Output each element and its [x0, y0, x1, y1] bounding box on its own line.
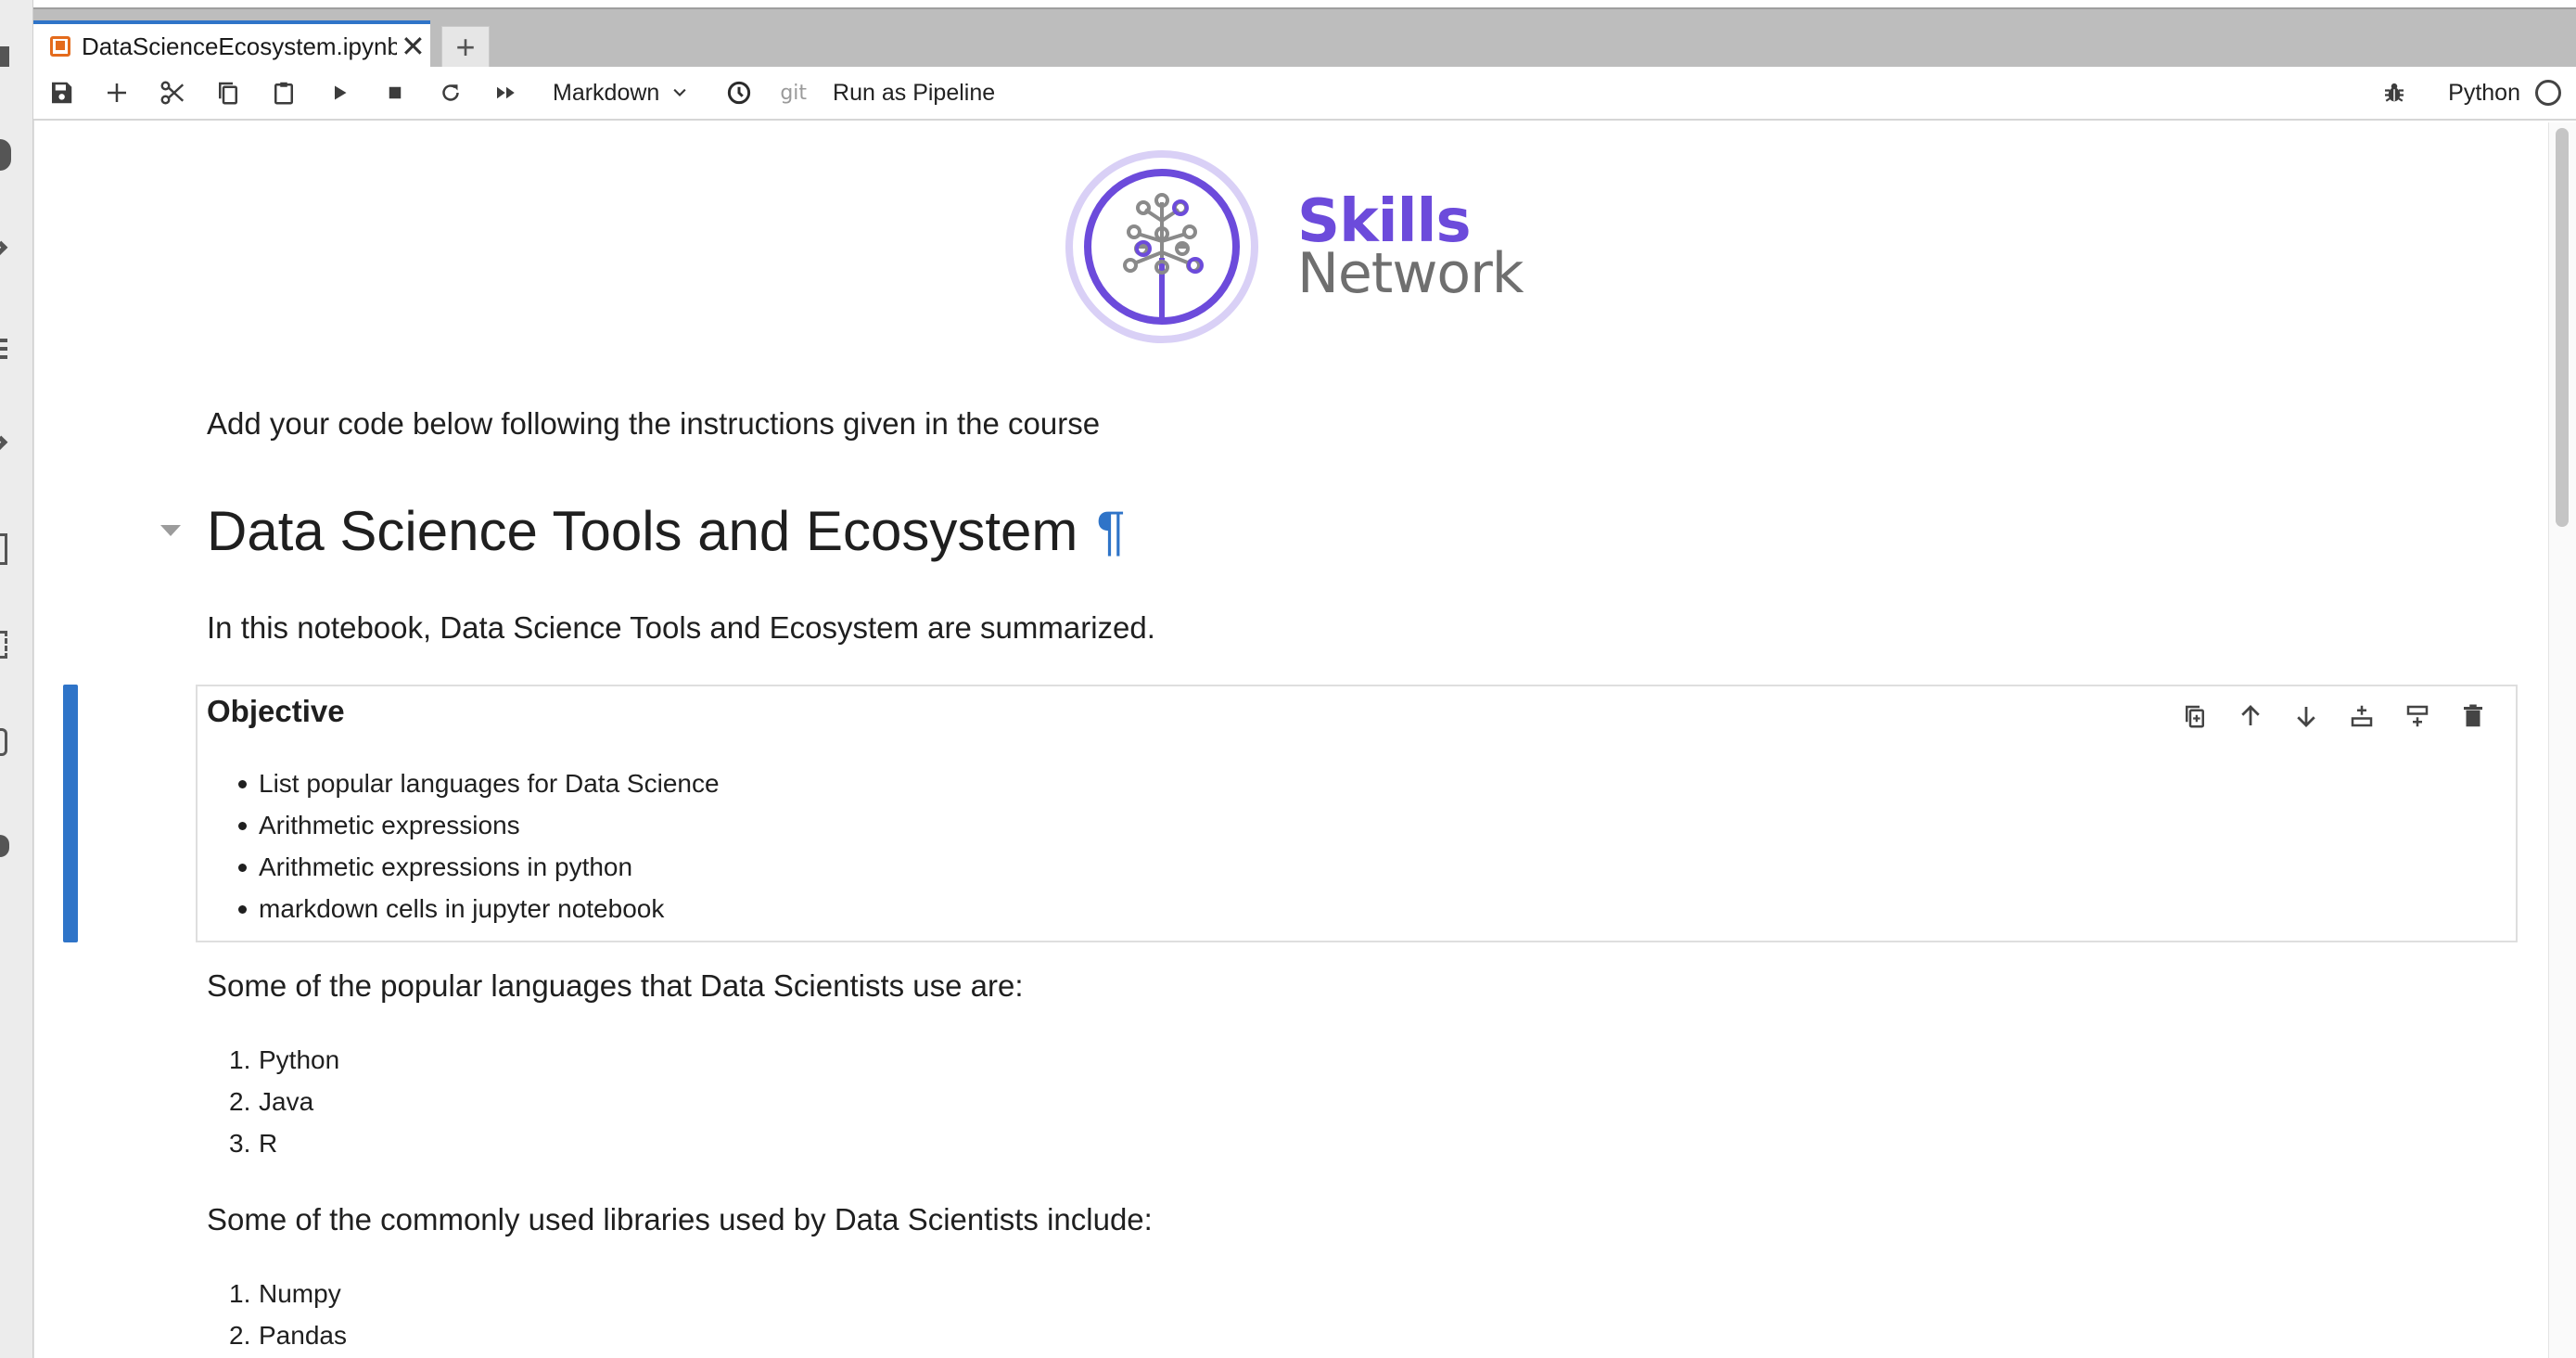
kernel-idle-status-icon [2535, 80, 2561, 106]
left-activity-bar [0, 0, 33, 1358]
list-item: 1. Python [229, 1045, 340, 1074]
list-item: 1. Numpy [229, 1279, 341, 1308]
stop-icon [389, 86, 402, 99]
skills-network-logo: Skills Network [1064, 148, 1564, 352]
list-item: List popular languages for Data Science [207, 762, 720, 804]
objective-markdown-cell[interactable]: Objective List popular languages for Dat… [196, 685, 2518, 942]
objective-list: List popular languages for Data Science … [207, 762, 720, 929]
git-icon[interactable]: git [780, 82, 807, 105]
active-cell-indicator[interactable] [63, 685, 78, 942]
list-item: Arithmetic expressions [207, 804, 720, 846]
list-item: markdown cells in jupyter notebook [207, 888, 720, 929]
folder-icon[interactable] [0, 46, 9, 67]
list-item-text: Numpy [259, 1279, 341, 1308]
vertical-scrollbar[interactable] [2548, 122, 2576, 1358]
duplicate-cell-icon [2186, 705, 2204, 728]
logo-wordmark-network: Network [1297, 241, 1524, 306]
collapse-heading-icon[interactable] [160, 525, 181, 536]
list-item-text: Pandas [259, 1321, 347, 1350]
new-tab-button[interactable]: + [441, 26, 490, 69]
fast-forward-icon [497, 86, 515, 99]
scrollbar-thumb[interactable] [2556, 128, 2569, 527]
languages-list: 1. Python 2. Java 3. R [207, 1039, 339, 1164]
chevron-right-icon[interactable] [0, 435, 8, 457]
list-item-text: R [259, 1129, 278, 1158]
run-button[interactable] [312, 66, 367, 120]
extension-icon[interactable] [0, 835, 9, 857]
interrupt-button[interactable] [367, 66, 423, 120]
languages-intro-text: Some of the popular languages that Data … [207, 968, 1024, 1003]
move-up-icon [2241, 705, 2260, 725]
jupyterlab-window: DataScienceEcosystem.ipynb ✕ + Markdown … [0, 0, 2576, 1358]
plus-icon [108, 83, 126, 102]
restart-button[interactable] [423, 66, 478, 120]
insert-cell-button[interactable] [89, 66, 145, 120]
notebook-panel[interactable]: Skills Network Add your code below follo… [33, 121, 2548, 1358]
debugger-button[interactable] [2366, 66, 2422, 120]
refresh-icon [442, 84, 459, 101]
notebook-tab[interactable]: DataScienceEcosystem.ipynb ✕ [33, 20, 430, 69]
objective-title: Objective [207, 694, 345, 728]
chevron-down-icon [673, 88, 686, 96]
play-icon [335, 85, 347, 100]
copy-button[interactable] [200, 66, 256, 120]
paste-button[interactable] [256, 66, 312, 120]
summary-text: In this notebook, Data Science Tools and… [207, 610, 1155, 645]
bug-icon [2385, 83, 2404, 102]
debugger-icon[interactable] [0, 631, 7, 659]
heading-text: Data Science Tools and Ecosystem [207, 500, 1078, 562]
settings-icon[interactable] [0, 533, 7, 565]
document-tab-bar: DataScienceEcosystem.ipynb ✕ + [33, 7, 2576, 69]
delete-cell-button[interactable] [2445, 696, 2501, 737]
list-item: 2. Java [229, 1087, 314, 1116]
run-as-pipeline-button[interactable]: Run as Pipeline [833, 80, 995, 107]
clipboard-icon [274, 82, 293, 105]
move-down-button[interactable] [2278, 696, 2334, 737]
tab-label: DataScienceEcosystem.ipynb [82, 32, 397, 60]
list-item: 3. R [229, 1129, 278, 1158]
insert-below-button[interactable] [2390, 696, 2445, 737]
list-item-text: Java [259, 1087, 314, 1116]
close-icon[interactable]: ✕ [401, 32, 426, 61]
cell-type-value: Markdown [553, 79, 660, 106]
delete-cell-icon [2464, 704, 2482, 727]
move-up-button[interactable] [2223, 696, 2278, 737]
save-icon [52, 82, 72, 104]
running-icon[interactable] [0, 139, 11, 171]
list-item-text: Python [259, 1045, 340, 1074]
cell-type-dropdown[interactable]: Markdown [553, 80, 689, 107]
move-down-icon [2297, 707, 2315, 727]
heading-anchor-link[interactable]: ¶ [1096, 500, 1125, 562]
insert-below-icon [2406, 705, 2429, 727]
property-inspector-icon[interactable] [0, 728, 7, 756]
cell-toolbar [2167, 696, 2501, 737]
libraries-intro-text: Some of the commonly used libraries used… [207, 1202, 1153, 1236]
notebook-heading: Data Science Tools and Ecosystem ¶ [207, 499, 1126, 563]
kernel-name[interactable]: Python [2448, 80, 2520, 107]
skills-network-logo-mark [1065, 150, 1258, 343]
list-item: 2. Pandas [229, 1321, 347, 1350]
clock-icon [728, 81, 751, 105]
run-all-button[interactable] [478, 66, 534, 120]
notebook-toolbar: Markdown git Run as Pipeline Python [33, 67, 2576, 121]
list-item: Arithmetic expressions in python [207, 846, 720, 888]
toolbar-right-group: Python [2366, 66, 2576, 120]
insert-above-button[interactable] [2334, 696, 2390, 737]
kernel-clock-button[interactable] [711, 66, 767, 120]
instructions-text: Add your code below following the instru… [207, 406, 1101, 441]
save-button[interactable] [33, 66, 89, 120]
git-icon[interactable] [0, 240, 8, 263]
notebook-icon [50, 36, 70, 57]
copy-icon [219, 82, 237, 105]
insert-above-icon [2351, 705, 2373, 727]
libraries-list: 1. Numpy 2. Pandas [207, 1273, 347, 1356]
cut-button[interactable] [145, 66, 200, 120]
duplicate-cell-button[interactable] [2167, 696, 2223, 737]
scissors-icon [160, 81, 185, 105]
toc-icon[interactable] [0, 339, 7, 363]
